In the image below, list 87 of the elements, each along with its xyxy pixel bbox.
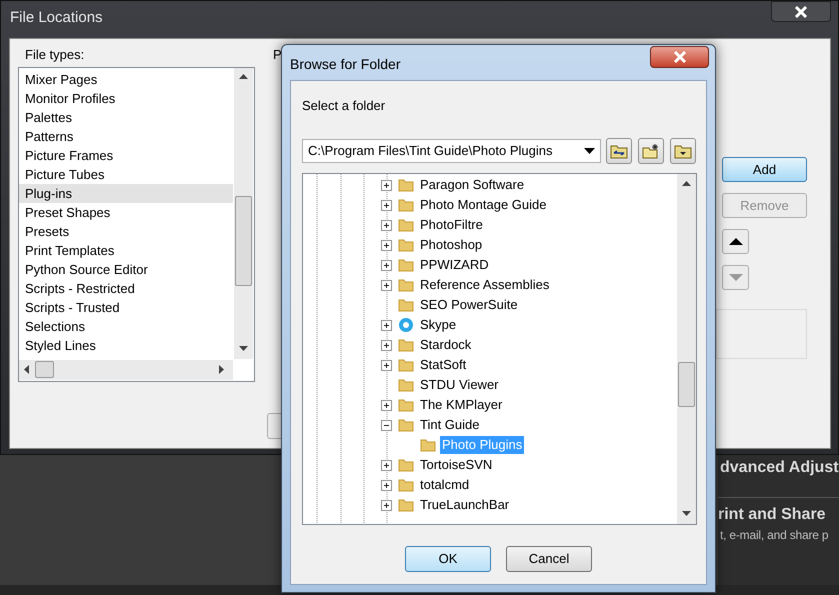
- close-icon: [672, 51, 686, 63]
- folder-item[interactable]: SEO PowerSuite: [418, 296, 520, 314]
- add-button[interactable]: Add: [722, 157, 807, 182]
- move-up-button[interactable]: [722, 229, 749, 254]
- folder-item[interactable]: STDU Viewer: [418, 376, 501, 394]
- expand-icon[interactable]: [381, 400, 392, 410]
- folder-down-arrow-icon: [674, 143, 692, 159]
- dialog-title: Browse for Folder: [290, 55, 400, 74]
- expand-icon[interactable]: [381, 320, 392, 330]
- cancel-button[interactable]: Cancel: [506, 546, 592, 572]
- dropdown-arrow-icon: [584, 148, 595, 154]
- folder-icon: [398, 337, 414, 353]
- folder-item[interactable]: TortoiseSVN: [418, 456, 494, 474]
- expand-icon[interactable]: [381, 480, 392, 490]
- close-icon: [794, 6, 808, 18]
- scroll-down-icon[interactable]: [239, 346, 248, 351]
- panel-caption: t, e-mail, and share p: [719, 527, 830, 544]
- path-value: C:\Program Files\Tint Guide\Photo Plugins: [307, 142, 554, 160]
- folder-icon: [398, 277, 414, 293]
- folder-icon: [420, 437, 436, 453]
- expand-icon[interactable]: [381, 460, 392, 470]
- prompt-text: Select a folder: [302, 97, 386, 115]
- folder-item[interactable]: Stardock: [418, 336, 474, 354]
- app-logo-icon: [398, 317, 414, 333]
- up-triangle-icon: [728, 236, 744, 247]
- scroll-thumb[interactable]: [235, 196, 252, 286]
- new-folder-icon: [642, 143, 660, 159]
- folder-icon: [398, 257, 414, 273]
- folder-icon: [398, 357, 414, 373]
- folder-icon: [398, 197, 414, 213]
- new-folder-button[interactable]: [638, 138, 664, 164]
- panel-heading: rint and Share: [718, 497, 839, 526]
- scroll-up-icon[interactable]: [239, 74, 248, 79]
- path-combobox[interactable]: C:\Program Files\Tint Guide\Photo Plugins: [302, 139, 601, 163]
- scroll-left-icon[interactable]: [24, 365, 29, 374]
- scroll-thumb[interactable]: [35, 361, 54, 378]
- folder-icon: [398, 177, 414, 193]
- expand-icon[interactable]: [381, 500, 392, 510]
- down-triangle-icon: [728, 272, 744, 283]
- swap-folder-button[interactable]: [606, 138, 632, 164]
- folder-icon: [398, 217, 414, 233]
- panel-heading: dvanced Adjust: [719, 458, 839, 478]
- folder-icon: [398, 477, 414, 493]
- window-title: File Locations: [10, 8, 103, 28]
- folder-icon: [398, 297, 414, 313]
- expand-icon[interactable]: [381, 200, 392, 210]
- scrollbar[interactable]: [19, 360, 233, 380]
- expand-icon[interactable]: [381, 340, 392, 350]
- field-label: File types:: [25, 46, 84, 64]
- expand-icon[interactable]: [381, 220, 392, 230]
- scroll-down-icon[interactable]: [682, 511, 691, 516]
- ok-button[interactable]: OK: [405, 546, 491, 572]
- scroll-up-icon[interactable]: [682, 181, 691, 186]
- folder-item[interactable]: totalcmd: [418, 476, 472, 494]
- folder-item[interactable]: Photoshop: [418, 236, 484, 254]
- list-item[interactable]: Plug-ins: [19, 184, 233, 203]
- folder-menu-button[interactable]: [670, 138, 696, 164]
- expand-icon[interactable]: [381, 260, 392, 270]
- folder-item[interactable]: PPWIZARD: [418, 256, 491, 274]
- folder-icon: [398, 237, 414, 253]
- folder-item[interactable]: Skype: [418, 316, 458, 334]
- folder-item[interactable]: Reference Assemblies: [418, 276, 552, 294]
- folder-item[interactable]: Tint Guide: [418, 416, 482, 434]
- expand-icon[interactable]: [381, 280, 392, 290]
- close-button[interactable]: [771, 1, 831, 22]
- scroll-thumb[interactable]: [678, 362, 695, 407]
- scrollbar[interactable]: [677, 174, 696, 524]
- folder-item[interactable]: The KMPlayer: [418, 396, 504, 414]
- folder-item[interactable]: Photo Montage Guide: [418, 196, 548, 214]
- expand-icon[interactable]: [381, 360, 392, 370]
- folder-item[interactable]: StatSoft: [418, 356, 468, 374]
- folder-icon: [398, 497, 414, 513]
- scrollbar[interactable]: [234, 68, 253, 359]
- scroll-right-icon[interactable]: [219, 365, 224, 374]
- field-label: P: [273, 46, 282, 64]
- folder-item[interactable]: TrueLaunchBar: [418, 496, 512, 514]
- folder-item[interactable]: PhotoFiltre: [418, 216, 485, 234]
- close-button[interactable]: [650, 46, 709, 68]
- folder-icon: [398, 457, 414, 473]
- folder-icon: [398, 397, 414, 413]
- collapse-icon[interactable]: [381, 420, 392, 430]
- expand-icon[interactable]: [381, 180, 392, 190]
- folder-icon: [398, 377, 414, 393]
- expand-icon[interactable]: [381, 240, 392, 250]
- folder-item[interactable]: Paragon Software: [418, 176, 526, 194]
- folder-icon: [398, 417, 414, 433]
- folder-arrows-icon: [610, 143, 628, 159]
